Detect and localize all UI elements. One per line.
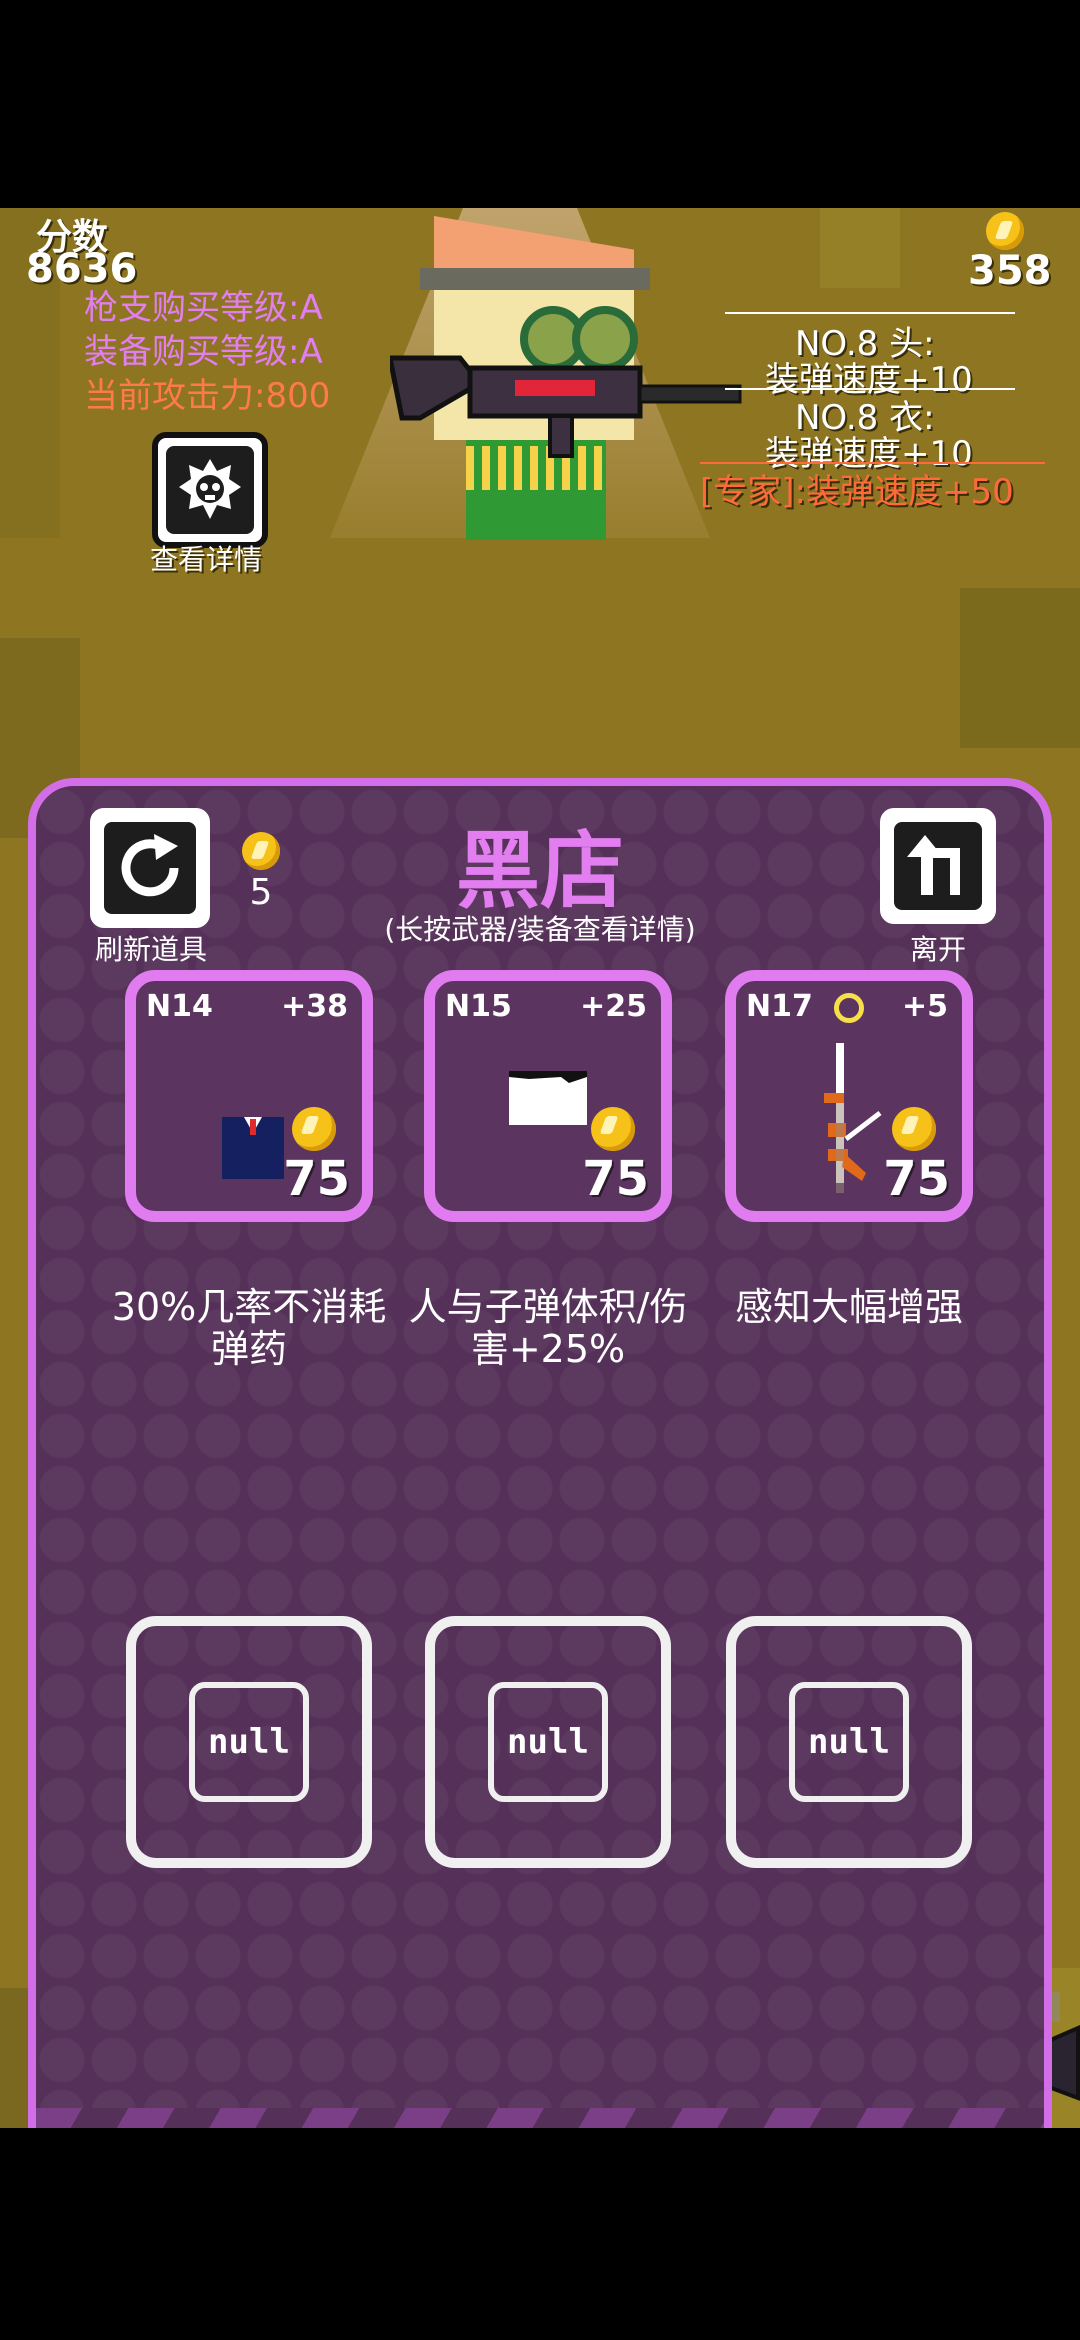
empty-equipment-slot[interactable]: null: [126, 1616, 372, 1868]
coin-icon: [892, 1107, 936, 1151]
item-id: N15: [445, 989, 512, 1024]
coin-icon: [591, 1107, 635, 1151]
item-description: 30%几率不消耗弹药: [111, 1285, 387, 1371]
item-id: N14: [146, 989, 213, 1024]
coin-icon: [292, 1107, 336, 1151]
coin-icon: [986, 212, 1024, 250]
item-price: 75: [283, 1151, 350, 1207]
back-arrow-icon: [907, 835, 960, 895]
item-id: N17: [746, 989, 813, 1024]
coin-count: 358: [968, 248, 1052, 294]
null-placeholder: null: [789, 1682, 909, 1802]
suit-icon: [222, 1117, 284, 1179]
empty-equipment-slot[interactable]: null: [726, 1616, 972, 1868]
gun-purchase-level: 枪支购买等级:A: [84, 288, 323, 328]
view-details-label: 查看详情: [150, 543, 263, 576]
mask-icon: [509, 1071, 587, 1125]
item-bonus: +38: [281, 989, 348, 1024]
shop-item-card[interactable]: N14 +38 75: [125, 970, 373, 1222]
score-value: 8636: [26, 246, 138, 292]
view-details-button[interactable]: [152, 432, 268, 548]
item-price: 75: [582, 1151, 649, 1207]
leave-button[interactable]: [880, 808, 996, 924]
skull-badge-icon: [179, 459, 241, 519]
expert-bonus: [专家]:装弹速度+50: [700, 472, 1014, 512]
item-description: 人与子弹体积/伤害+25%: [408, 1285, 688, 1371]
empty-equipment-slot[interactable]: null: [425, 1616, 671, 1868]
bg-tile: [820, 208, 900, 288]
gear-purchase-level: 装备购买等级:A: [84, 332, 323, 372]
item-price: 75: [883, 1151, 950, 1207]
shop-item-card[interactable]: N15 +25 75: [424, 970, 672, 1222]
shop-item-card[interactable]: N17 +5 75: [725, 970, 973, 1222]
item-description: 感知大幅增强: [734, 1285, 963, 1329]
attack-power: 当前攻击力:800: [84, 376, 331, 416]
null-placeholder: null: [189, 1682, 309, 1802]
black-market-panel: 刷新道具 5 黑店 (长按武器/装备查看详情) 离开 N14 +38 75 30…: [28, 778, 1052, 2128]
divider: [725, 312, 1015, 314]
player-gun-icon: [390, 355, 742, 458]
game-screen: 分数 8636 枪支购买等级:A 装备购买等级:A 当前攻击力:800 查看详情…: [0, 208, 1080, 2128]
rifle-icon: [824, 1043, 882, 1193]
ring-icon: [834, 993, 864, 1023]
hazard-stripes: [36, 2108, 1044, 2128]
item-bonus: +5: [901, 989, 948, 1024]
bg-tile: [960, 588, 1080, 748]
item-bonus: +25: [580, 989, 647, 1024]
null-placeholder: null: [488, 1682, 608, 1802]
leave-label: 离开: [909, 933, 966, 966]
